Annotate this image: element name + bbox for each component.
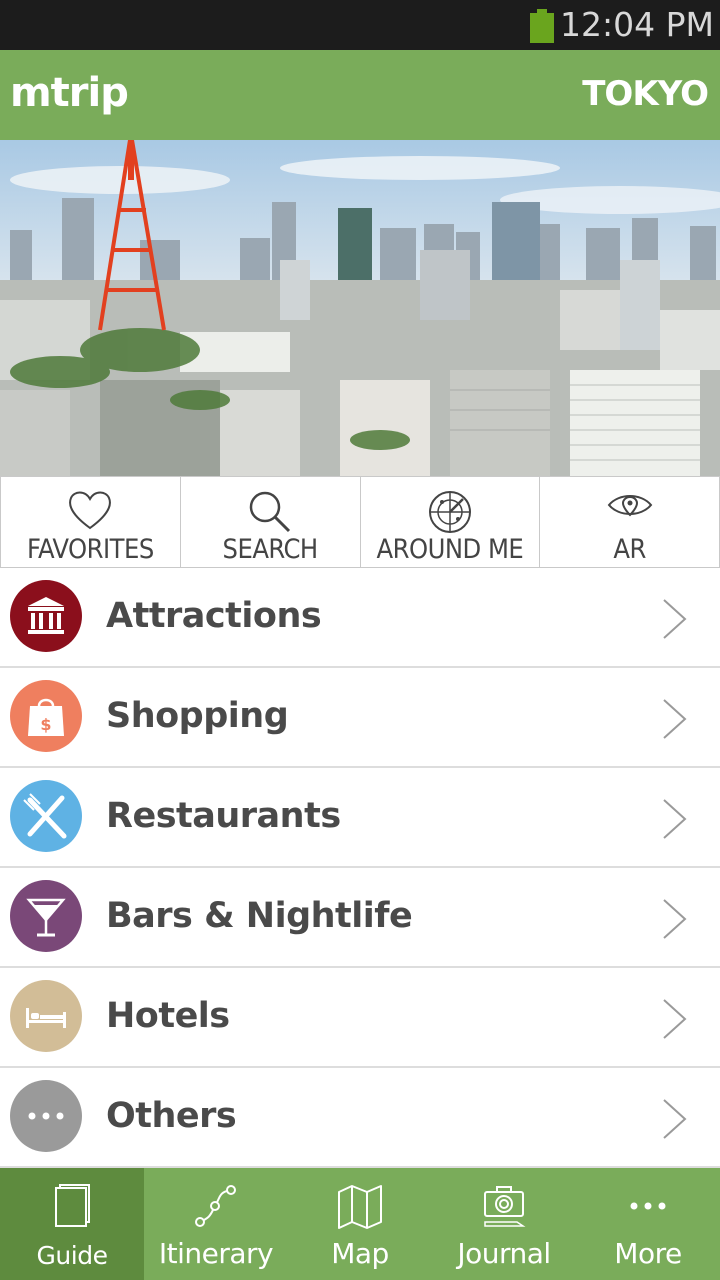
around-me-label: AROUND ME [376,534,524,565]
museum-icon [28,597,64,634]
category-row-attractions[interactable]: Attractions [0,568,720,668]
search-icon [249,491,291,533]
category-icon-circle [10,880,82,952]
tab-label: Journal [457,1237,551,1270]
category-icon-circle: $ [10,680,82,752]
chevron-right-icon [663,899,687,939]
fork-knife-icon [23,793,67,839]
book-icon [55,1184,90,1227]
route-icon [195,1185,236,1227]
search-label: SEARCH [222,534,319,565]
ar-label: AR [613,534,646,565]
tab-journal[interactable]: Journal [432,1168,576,1280]
category-row-others[interactable]: Others [0,1068,720,1168]
chevron-right-icon [663,799,687,839]
favorites-label: FAVORITES [26,534,154,565]
chevron-right-icon [663,1099,687,1139]
chevron-right-icon [663,599,687,639]
category-label: Attractions [106,596,322,636]
tab-map[interactable]: Map [288,1168,432,1280]
category-label: Shopping [106,696,289,736]
category-row-shopping[interactable]: $ Shopping [0,668,720,768]
tab-guide[interactable]: Guide [0,1168,144,1280]
category-label: Restaurants [106,796,341,836]
category-icon-circle [10,1080,82,1152]
map-icon [338,1185,382,1229]
search-button[interactable]: SEARCH [181,477,361,567]
tab-label: Guide [36,1241,108,1270]
around-me-button[interactable]: AROUND ME [361,477,541,567]
more-dots-icon [630,1202,666,1210]
cocktail-icon [26,898,66,937]
bottom-tab-bar: Guide Itinerary Map Journal More [0,1168,720,1280]
app-header: mtrip TOKYO [0,50,720,140]
camera-icon [484,1186,526,1227]
status-bar: 12:04 PM [0,0,720,50]
quick-actions-bar: FAVORITES SEARCH AROUND ME AR [0,476,720,568]
heart-icon [69,491,112,530]
tab-more[interactable]: More [576,1168,720,1280]
ar-button[interactable]: AR [540,477,720,567]
category-row-hotels[interactable]: Hotels [0,968,720,1068]
tab-label: Itinerary [158,1237,274,1270]
favorites-button[interactable]: FAVORITES [0,477,181,567]
shopping-bag-icon: $ [28,698,64,736]
eye-icon [607,495,652,517]
ellipsis-icon [28,1112,64,1120]
category-list: Attractions $ Shopping Restaurants Bars … [0,568,720,1168]
category-icon-circle [10,980,82,1052]
svg-text:$: $ [40,715,51,734]
radar-icon [428,491,471,533]
chevron-right-icon [663,999,687,1039]
hero-image [0,140,720,476]
chevron-right-icon [663,699,687,739]
category-label: Others [106,1096,237,1136]
category-row-restaurants[interactable]: Restaurants [0,768,720,868]
category-icon-circle [10,780,82,852]
app-logo: mtrip [10,70,129,116]
tab-label: More [614,1237,682,1270]
category-icon-circle [10,580,82,652]
tab-itinerary[interactable]: Itinerary [144,1168,288,1280]
bed-icon [26,1008,66,1028]
battery-icon [530,9,554,43]
clock: 12:04 PM [560,5,714,44]
category-row-bars-nightlife[interactable]: Bars & Nightlife [0,868,720,968]
city-name: TOKYO [582,74,709,114]
category-label: Hotels [106,996,230,1036]
tab-label: Map [331,1237,389,1270]
category-label: Bars & Nightlife [106,896,413,936]
